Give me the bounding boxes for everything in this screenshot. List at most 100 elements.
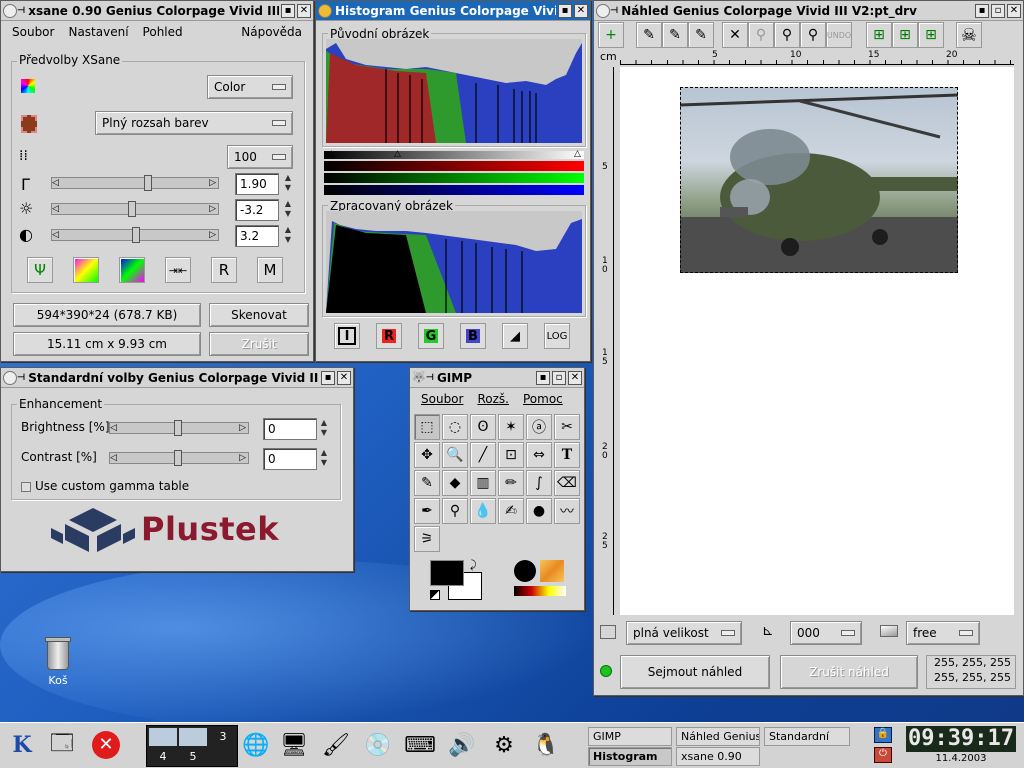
green-toggle[interactable]: G	[418, 323, 444, 349]
contrast-input[interactable]: 3.2	[235, 225, 279, 247]
selection-box[interactable]	[680, 87, 958, 273]
zoom-in-icon[interactable]: ⚲	[774, 22, 800, 48]
rotation-select[interactable]: 000	[790, 621, 862, 645]
std-brightness-slider[interactable]: ◁ ▷	[109, 420, 249, 436]
default-enhance-icon[interactable]: ⇥⇤	[165, 257, 191, 283]
tux-icon[interactable]: 🐧	[528, 727, 564, 763]
ellipse-select-tool[interactable]: ◌	[442, 414, 468, 440]
maximize-button[interactable]: ▫	[552, 370, 566, 385]
preview-titlebar[interactable]: ⊣ Náhled Genius Colorpage Vivid III V2:p…	[594, 1, 1023, 21]
menu-nastaveni[interactable]: Nastavení	[68, 25, 128, 39]
scan-button[interactable]: Skenovat	[209, 303, 309, 327]
no-zoom-icon[interactable]: ✕	[722, 22, 748, 48]
blend-tool[interactable]: ▥	[470, 470, 496, 496]
gamma-checkbox-label[interactable]: Use custom gamma table	[35, 479, 189, 493]
pattern-preview[interactable]	[540, 560, 564, 582]
blue-toggle[interactable]: B	[460, 323, 486, 349]
task-xsane[interactable]: xsane 0.90	[676, 747, 760, 766]
full-area-icon[interactable]: ⊞	[866, 22, 892, 48]
browser-icon[interactable]: 🖥	[276, 727, 312, 763]
auto-select-icon[interactable]: ⊞	[892, 22, 918, 48]
window-menu-icon[interactable]	[3, 370, 17, 385]
kmenu-icon[interactable]: K	[4, 727, 40, 763]
eraser-tool[interactable]: ⌫	[554, 470, 580, 496]
minimize-button[interactable]: ▪	[558, 3, 572, 18]
lock-icon[interactable]: 🔒	[874, 727, 892, 743]
store-enhance-icon[interactable]	[73, 257, 99, 283]
swap-colors-icon[interactable]: ⤸	[470, 558, 477, 572]
log-toggle[interactable]: LOG	[544, 323, 570, 349]
bucket-fill-tool[interactable]: ◆	[442, 470, 468, 496]
sound-icon[interactable]: 🔊	[444, 727, 480, 763]
pin-icon[interactable]: ⊣	[426, 373, 434, 383]
gimp-wilber-icon[interactable]: 🐺	[412, 371, 426, 384]
brush-preview[interactable]	[514, 560, 536, 582]
crop-tool[interactable]: ╱	[470, 442, 496, 468]
task-standard[interactable]: Standardní	[764, 727, 850, 746]
dodge-burn-tool[interactable]: ●	[526, 498, 552, 524]
preview-image[interactable]	[680, 87, 958, 273]
gamma-checkbox[interactable]	[21, 482, 31, 492]
pipette-black-icon[interactable]: ✎	[688, 22, 714, 48]
show-desktop-icon[interactable]: 🗔	[44, 727, 80, 763]
pixel-toggle[interactable]: ◢	[502, 323, 528, 349]
gamma-marker[interactable]: △	[394, 149, 401, 159]
desk-1[interactable]: 1	[149, 728, 177, 746]
blur-tool[interactable]: 💧	[470, 498, 496, 524]
rect-select-tool[interactable]: ⬚	[414, 414, 440, 440]
measure-tool[interactable]: ⚞	[414, 526, 440, 552]
fuzzy-select-tool[interactable]: ✶	[498, 414, 524, 440]
zoom-select[interactable]: plná velikost	[626, 621, 742, 645]
close-button[interactable]: ✕	[574, 3, 588, 18]
zoom-undo-icon[interactable]: UNDO	[826, 22, 852, 48]
zoom-tool[interactable]: 🔍	[442, 442, 468, 468]
xsane-titlebar[interactable]: ⊣ xsane 0.90 Genius Colorpage Vivid III …	[1, 1, 313, 21]
close-button[interactable]: ✕	[568, 370, 582, 385]
desk-3[interactable]: 3	[209, 728, 237, 746]
desk-4[interactable]: 4	[149, 748, 177, 766]
window-menu-icon[interactable]	[3, 3, 17, 18]
pin-icon[interactable]: ⊣	[17, 6, 25, 16]
range-select[interactable]: Plný rozsah barev	[95, 111, 293, 135]
zoom-out-icon[interactable]: ⚲	[748, 22, 774, 48]
fg-color-swatch[interactable]	[430, 560, 464, 586]
intensity-toggle[interactable]: I	[334, 323, 360, 349]
standard-titlebar[interactable]: ⊣ Standardní volby Genius Colorpage Vivi…	[1, 368, 353, 388]
gamma-spin[interactable]: ▲ ▼	[283, 173, 293, 195]
maximize-button[interactable]: ▫	[991, 3, 1005, 18]
paintbrush-tool[interactable]: ∫	[526, 470, 552, 496]
menu-soubor[interactable]: Soubor	[12, 25, 54, 39]
resolution-select[interactable]: 100	[227, 145, 293, 169]
transform-tool[interactable]: ⊡	[498, 442, 524, 468]
white-point-marker[interactable]: △	[574, 149, 581, 159]
close-button[interactable]: ✕	[1007, 3, 1021, 18]
histogram-titlebar[interactable]: Histogram Genius Colorpage Vivid III ▪ ✕	[316, 1, 590, 21]
window-menu-icon[interactable]	[318, 3, 332, 18]
pin-icon[interactable]: ⊣	[17, 373, 25, 383]
medium-enhance-icon[interactable]: M	[257, 257, 283, 283]
pipette-add-icon[interactable]: +	[598, 22, 624, 48]
red-toggle[interactable]: R	[376, 323, 402, 349]
preview-canvas[interactable]	[620, 67, 1014, 615]
close-button[interactable]: ✕	[297, 3, 311, 18]
minimize-button[interactable]: ▪	[321, 370, 335, 385]
power-icon[interactable]: ⏻	[874, 747, 892, 763]
task-histogram[interactable]: Histogram	[588, 747, 672, 766]
konqueror-icon[interactable]: 🌐	[238, 727, 274, 763]
desk-2[interactable]: 2	[179, 728, 207, 746]
acquire-preview-button[interactable]: Sejmout náhled	[620, 655, 770, 689]
scissors-tool[interactable]: ✂	[554, 414, 580, 440]
clock[interactable]: 09:39:17	[906, 726, 1016, 752]
menu-pohled[interactable]: Pohled	[143, 25, 183, 39]
smudge-tool[interactable]: 〰	[554, 498, 580, 524]
gamma-slider[interactable]: ◁ ▷	[51, 175, 219, 191]
minimize-button[interactable]: ▪	[536, 370, 550, 385]
paint-icon[interactable]: 🖌	[318, 727, 354, 763]
std-brightness-input[interactable]: 0	[263, 418, 317, 440]
std-contrast-input[interactable]: 0	[263, 448, 317, 470]
ink-tool[interactable]: ✍	[498, 498, 524, 524]
std-brightness-spin[interactable]: ▲ ▼	[319, 418, 329, 440]
pipette-white-icon[interactable]: ✎	[636, 22, 662, 48]
mode-select[interactable]: Color	[207, 75, 293, 99]
default-colors-icon[interactable]	[430, 590, 440, 600]
